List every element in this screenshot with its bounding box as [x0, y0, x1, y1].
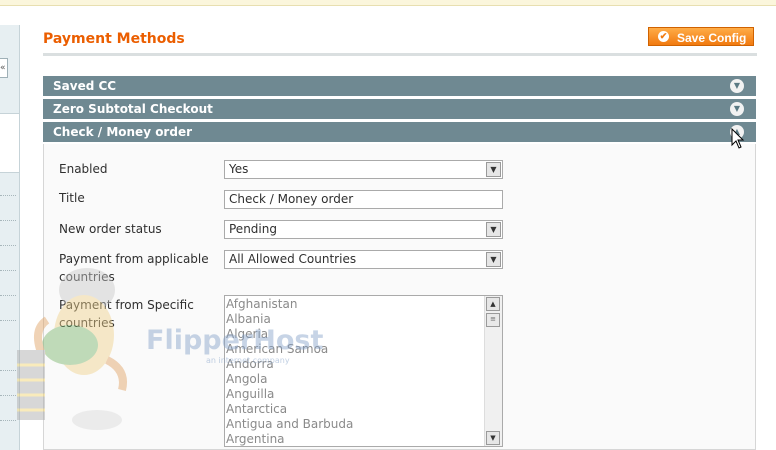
section-check-money-order[interactable]: Check / Money order ▲	[43, 122, 756, 143]
applicable-countries-value: All Allowed Countries	[229, 252, 357, 266]
watermark-logo: FlipperHost	[146, 325, 324, 356]
enabled-label: Enabled	[59, 162, 108, 176]
mascot-watermark-icon	[17, 268, 127, 430]
chevron-down-icon[interactable]: ▼	[486, 252, 501, 267]
title-value: Check / Money order	[229, 192, 354, 206]
sidebar-toggle[interactable]: «	[0, 58, 8, 78]
chevron-down-icon[interactable]: ▼	[486, 222, 501, 237]
specific-countries-listbox[interactable]: Afghanistan Albania Algeria American Sam…	[224, 295, 503, 447]
order-status-select[interactable]: Pending ▼	[224, 220, 503, 239]
scroll-up-icon[interactable]: ▲	[486, 297, 500, 311]
chevron-down-icon[interactable]: ▼	[730, 102, 744, 116]
list-item[interactable]: Afghanistan	[225, 297, 502, 312]
section-zero-subtotal-checkout[interactable]: Zero Subtotal Checkout ▼	[43, 99, 756, 120]
section-label: Check / Money order	[53, 125, 192, 139]
list-item[interactable]: Angola	[225, 372, 502, 387]
sidebar-row	[0, 195, 16, 196]
chevron-down-icon[interactable]: ▼	[730, 79, 744, 93]
applicable-countries-select[interactable]: All Allowed Countries ▼	[224, 250, 503, 269]
mouse-cursor-icon	[731, 128, 745, 149]
list-item[interactable]: Argentina	[225, 432, 502, 446]
top-notice-bar	[0, 0, 776, 6]
listbox-scrollbar[interactable]: ▲ ≡ ▼	[484, 296, 502, 446]
chevron-down-icon[interactable]: ▼	[486, 162, 501, 177]
order-status-value: Pending	[229, 222, 277, 236]
section-saved-cc[interactable]: Saved CC ▼	[43, 76, 756, 97]
scroll-thumb[interactable]: ≡	[486, 313, 500, 327]
check-icon: ✔	[658, 31, 669, 42]
sidebar-row	[0, 220, 16, 221]
sidebar-panel	[0, 113, 19, 173]
scroll-down-icon[interactable]: ▼	[486, 431, 500, 445]
enabled-value: Yes	[229, 162, 249, 176]
save-config-label: Save Config	[677, 31, 747, 45]
list-item[interactable]: Antigua and Barbuda	[225, 417, 502, 432]
section-label: Saved CC	[53, 79, 117, 93]
order-status-label: New order status	[59, 222, 162, 236]
watermark-subtitle: an internet company	[206, 356, 290, 365]
enabled-select[interactable]: Yes ▼	[224, 160, 503, 179]
section-label: Zero Subtotal Checkout	[53, 102, 213, 116]
title-divider	[43, 53, 757, 56]
title-input[interactable]: Check / Money order	[224, 190, 503, 209]
save-config-button[interactable]: ✔ Save Config	[648, 27, 754, 46]
list-item[interactable]: Anguilla	[225, 387, 502, 402]
sidebar-row	[0, 245, 16, 246]
title-label: Title	[59, 191, 85, 205]
page-title: Payment Methods	[43, 31, 185, 47]
list-item[interactable]: Antarctica	[225, 402, 502, 417]
